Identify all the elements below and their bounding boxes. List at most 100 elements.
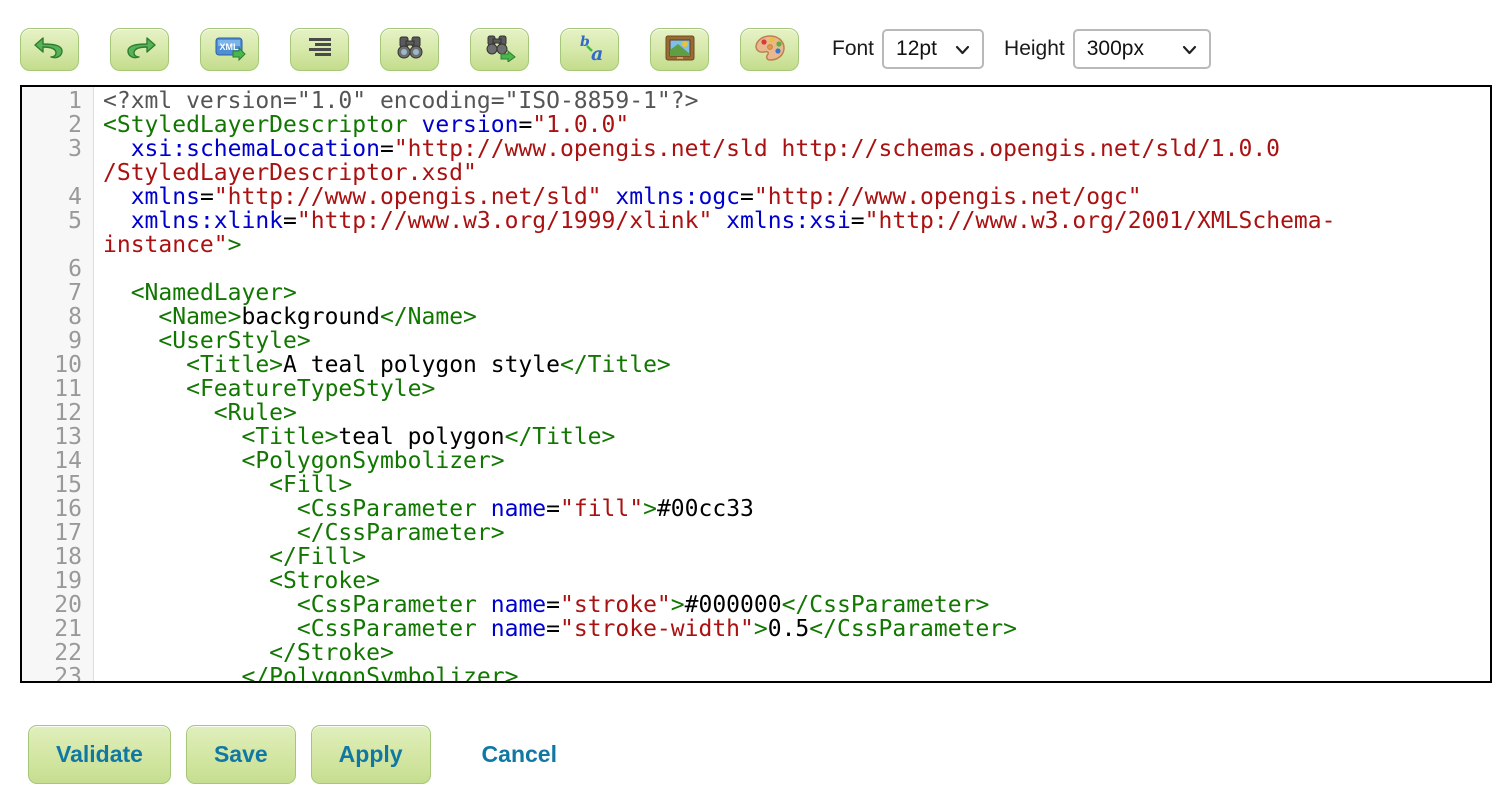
code-row: 22 </Stroke> <box>22 641 1490 665</box>
line-number <box>22 233 94 257</box>
code-row: 11 <FeatureTypeStyle> <box>22 377 1490 401</box>
code-line: xmlns:xlink="http://www.w3.org/1999/xlin… <box>94 209 1335 233</box>
undo-icon <box>33 34 67 65</box>
code-row: 8 <Name>background</Name> <box>22 305 1490 329</box>
line-number: 11 <box>22 377 94 401</box>
editor-toolbar: XML <box>0 0 1512 72</box>
code-line: <?xml version="1.0" encoding="ISO-8859-1… <box>94 89 698 113</box>
xml-arrow-icon: XML <box>213 34 247 65</box>
code-line: <CssParameter name="stroke">#000000</Css… <box>94 593 989 617</box>
code-row: 10 <Title>A teal polygon style</Title> <box>22 353 1490 377</box>
code-line <box>94 257 103 281</box>
line-number: 5 <box>22 209 94 233</box>
line-number: 4 <box>22 185 94 209</box>
line-number: 23 <box>22 665 94 683</box>
line-number: 8 <box>22 305 94 329</box>
code-line: <CssParameter name="stroke-width">0.5</C… <box>94 617 1017 641</box>
code-line: </Fill> <box>94 545 366 569</box>
code-row: 12 <Rule> <box>22 401 1490 425</box>
code-line: <Title>A teal polygon style</Title> <box>94 353 671 377</box>
code-row: 23 </PolygonSymbolizer> <box>22 665 1490 683</box>
svg-text:a: a <box>591 43 603 63</box>
editor-height-select[interactable]: 300px <box>1073 29 1211 69</box>
color-picker-button[interactable] <box>740 28 799 71</box>
insert-image-icon <box>664 34 696 65</box>
reformat-lines-icon <box>305 35 335 64</box>
line-number: 18 <box>22 545 94 569</box>
chevron-down-icon <box>1182 37 1197 61</box>
code-row: 16 <CssParameter name="fill">#00cc33 <box>22 497 1490 521</box>
code-row: 3 xsi:schemaLocation="http://www.opengis… <box>22 137 1490 161</box>
replace-button[interactable]: b a <box>560 28 619 71</box>
code-row: 18 </Fill> <box>22 545 1490 569</box>
code-line: xsi:schemaLocation="http://www.opengis.n… <box>94 137 1280 161</box>
line-number: 15 <box>22 473 94 497</box>
line-number: 22 <box>22 641 94 665</box>
font-size-value: 12pt <box>896 37 937 61</box>
apply-button[interactable]: Apply <box>311 725 431 784</box>
actions-bar: Validate Save Apply Cancel <box>0 683 1512 784</box>
reformat-button[interactable] <box>290 28 349 71</box>
code-row: 1<?xml version="1.0" encoding="ISO-8859-… <box>22 89 1490 113</box>
code-row: 13 <Title>teal polygon</Title> <box>22 425 1490 449</box>
editor-height-value: 300px <box>1087 37 1144 61</box>
undo-button[interactable] <box>20 28 79 71</box>
line-number: 9 <box>22 329 94 353</box>
find-binoculars-icon <box>394 34 426 65</box>
line-number: 20 <box>22 593 94 617</box>
color-palette-icon <box>754 34 786 65</box>
code-row: 20 <CssParameter name="stroke">#000000</… <box>22 593 1490 617</box>
line-number: 12 <box>22 401 94 425</box>
code-line: <Name>background</Name> <box>94 305 477 329</box>
cancel-link[interactable]: Cancel <box>482 741 557 768</box>
code-row: 14 <PolygonSymbolizer> <box>22 449 1490 473</box>
replace-letters-icon: b a <box>574 33 606 66</box>
line-number: 17 <box>22 521 94 545</box>
line-number: 13 <box>22 425 94 449</box>
height-label: Height <box>1004 37 1065 61</box>
insert-image-button[interactable] <box>650 28 709 71</box>
code-line: <Title>teal polygon</Title> <box>94 425 615 449</box>
code-row: 4 xmlns="http://www.opengis.net/sld" xml… <box>22 185 1490 209</box>
find-next-binoculars-arrow-icon <box>483 34 517 65</box>
code-line: <FeatureTypeStyle> <box>94 377 435 401</box>
line-number: 10 <box>22 353 94 377</box>
code-line: instance"> <box>94 233 241 257</box>
code-line: </PolygonSymbolizer> <box>94 665 518 683</box>
code-row: 15 <Fill> <box>22 473 1490 497</box>
code-line: xmlns="http://www.opengis.net/sld" xmlns… <box>94 185 1142 209</box>
code-line: <NamedLayer> <box>94 281 297 305</box>
code-line: <Fill> <box>94 473 352 497</box>
code-line: <PolygonSymbolizer> <box>94 449 505 473</box>
line-number: 19 <box>22 569 94 593</box>
format-xml-button[interactable]: XML <box>200 28 259 71</box>
code-line: <Stroke> <box>94 569 380 593</box>
code-row: 2<StyledLayerDescriptor version="1.0.0" <box>22 113 1490 137</box>
line-number: 14 <box>22 449 94 473</box>
line-number: 3 <box>22 137 94 161</box>
code-row: 7 <NamedLayer> <box>22 281 1490 305</box>
code-row: 21 <CssParameter name="stroke-width">0.5… <box>22 617 1490 641</box>
redo-icon <box>123 34 157 65</box>
chevron-down-icon <box>955 37 970 61</box>
code-line: <CssParameter name="fill">#00cc33 <box>94 497 754 521</box>
code-row: instance"> <box>22 233 1490 257</box>
code-row: 19 <Stroke> <box>22 569 1490 593</box>
redo-button[interactable] <box>110 28 169 71</box>
sld-code-editor[interactable]: 1<?xml version="1.0" encoding="ISO-8859-… <box>20 85 1492 683</box>
editor-rows: 1<?xml version="1.0" encoding="ISO-8859-… <box>22 89 1490 683</box>
line-number: 7 <box>22 281 94 305</box>
validate-button[interactable]: Validate <box>28 725 171 784</box>
font-size-select[interactable]: 12pt <box>882 29 984 69</box>
line-number: 6 <box>22 257 94 281</box>
line-number: 16 <box>22 497 94 521</box>
save-button[interactable]: Save <box>186 725 296 784</box>
find-next-button[interactable] <box>470 28 529 71</box>
code-line: <Rule> <box>94 401 297 425</box>
code-row: 5 xmlns:xlink="http://www.w3.org/1999/xl… <box>22 209 1490 233</box>
find-button[interactable] <box>380 28 439 71</box>
code-row: 6 <box>22 257 1490 281</box>
code-line: </CssParameter> <box>94 521 505 545</box>
line-number <box>22 161 94 185</box>
code-line: /StyledLayerDescriptor.xsd" <box>94 161 477 185</box>
